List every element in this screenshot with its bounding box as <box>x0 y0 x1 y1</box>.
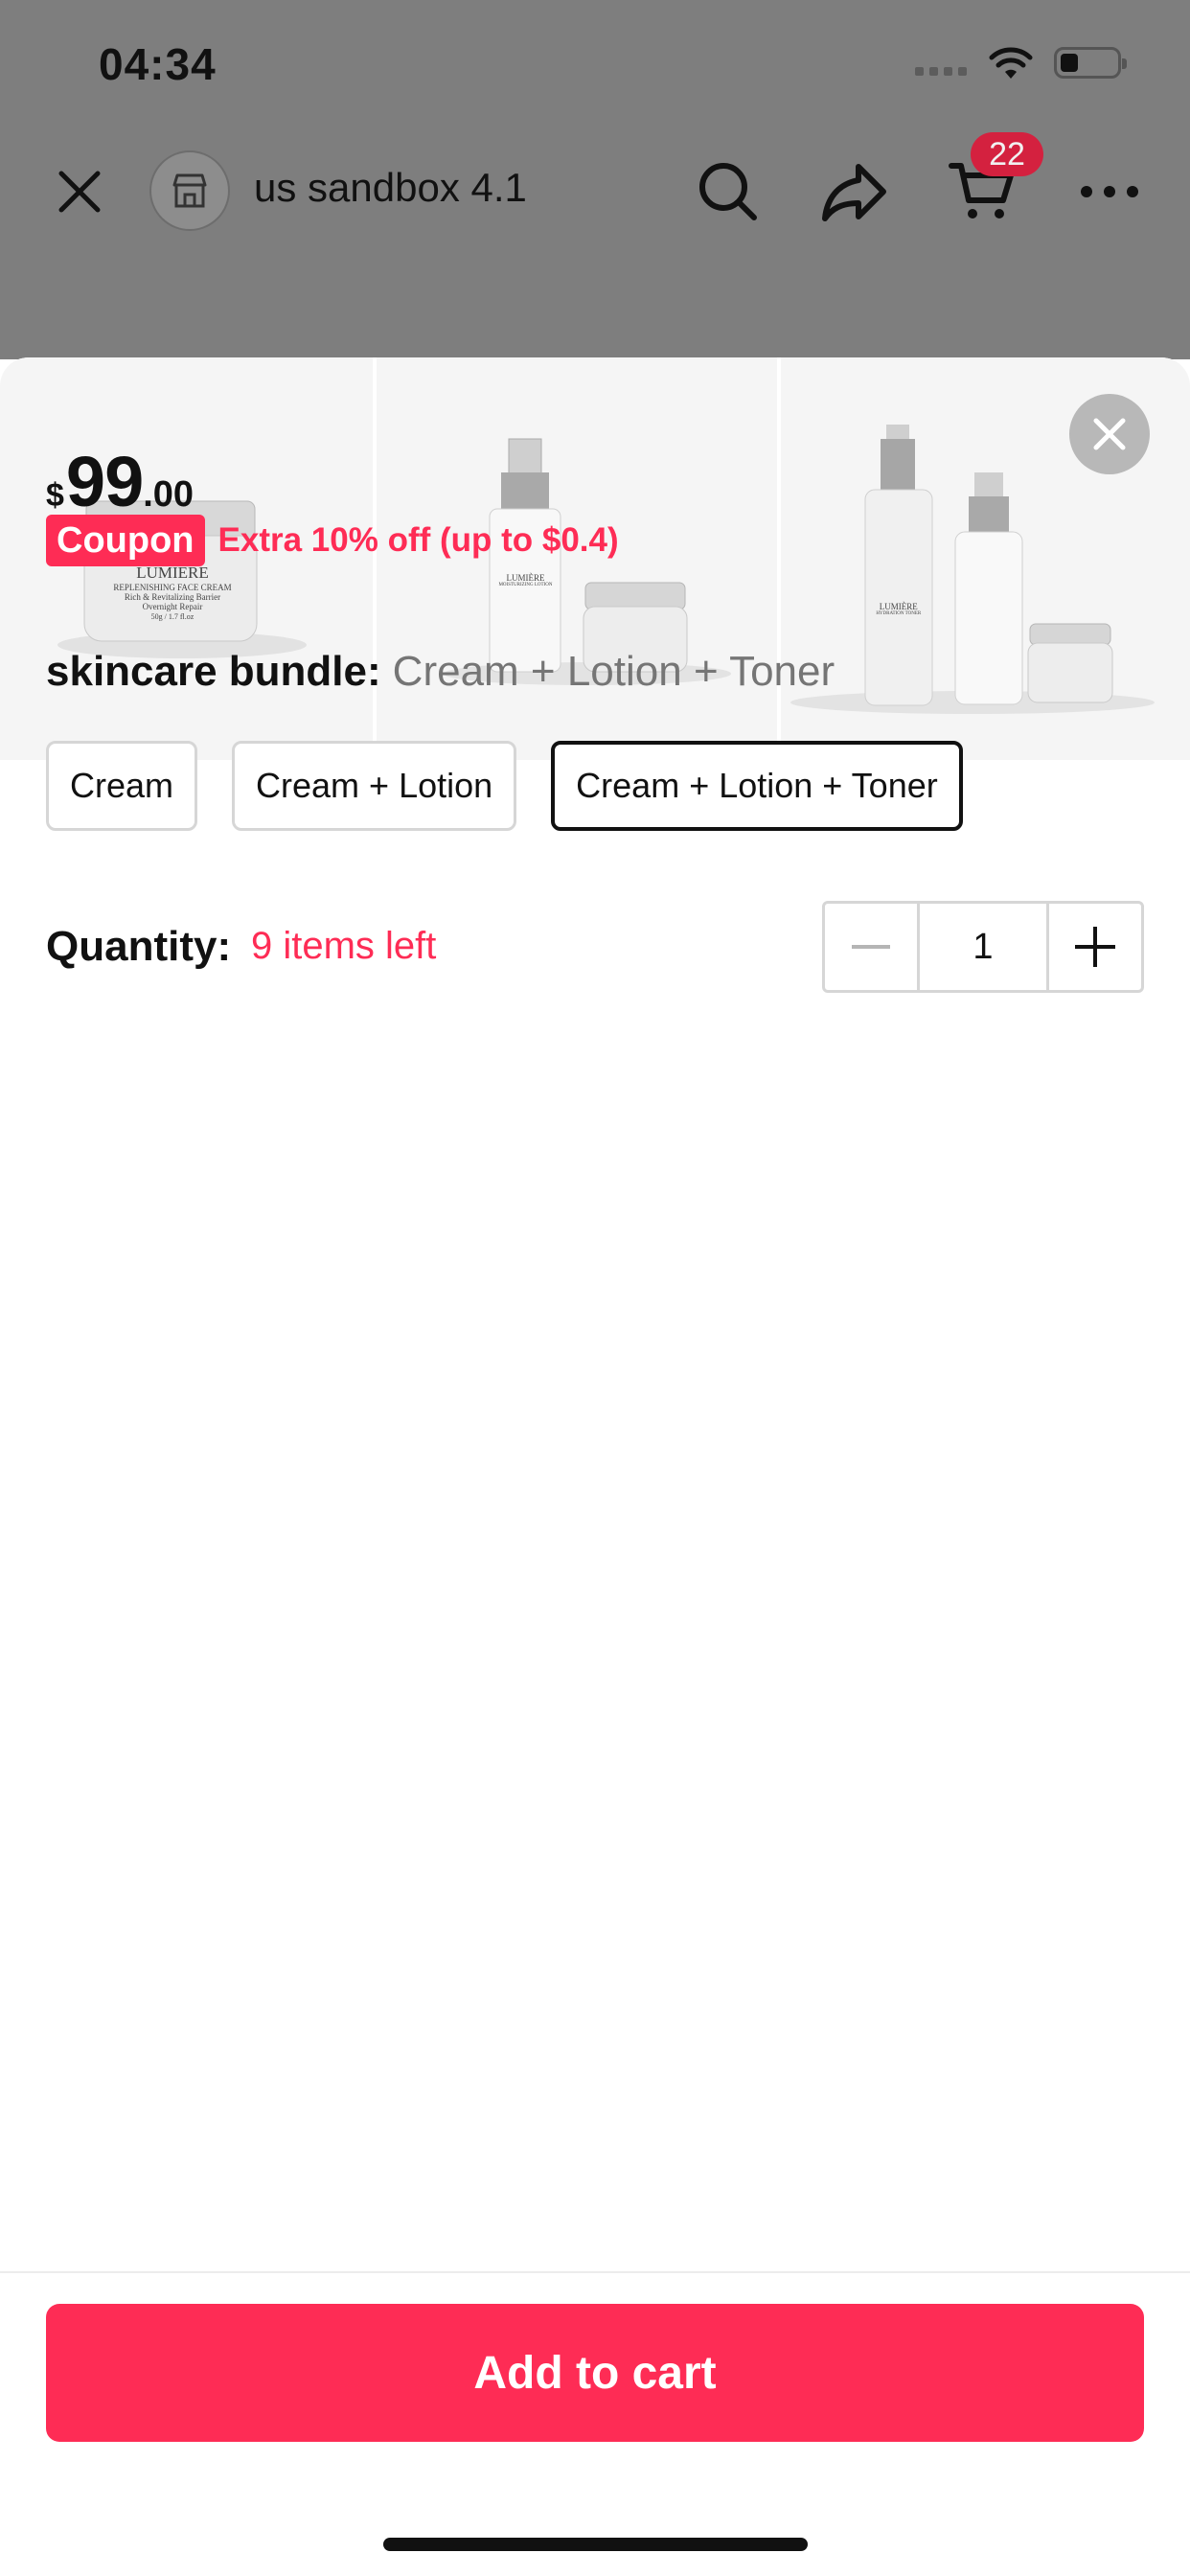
image-label: LUMIÈRE REPLENISHING FACE CREAM Rich & R… <box>113 564 232 621</box>
coupon-tag: Coupon <box>46 515 205 566</box>
image-label: LUMIÈRE HYDRATION TONER <box>876 602 922 617</box>
variant-option-cream[interactable]: Cream <box>46 741 198 831</box>
stock-status: 9 items left <box>251 925 437 967</box>
signal-icon <box>915 67 967 76</box>
footer-divider <box>0 2271 1190 2273</box>
variant-name: skincare bundle: <box>46 648 381 695</box>
price-integer: 99 <box>65 442 144 521</box>
store-icon <box>172 173 207 208</box>
coupon-text: Extra 10% off (up to $0.4) <box>217 521 619 559</box>
close-icon[interactable] <box>46 163 113 220</box>
search-icon[interactable] <box>690 153 767 230</box>
plus-icon <box>1075 927 1115 967</box>
wifi-icon <box>989 47 1033 79</box>
price-currency: $ <box>46 477 64 514</box>
shop-name[interactable]: us sandbox 4.1 <box>254 165 527 211</box>
more-icon[interactable] <box>1071 163 1148 220</box>
variant-option-cream-lotion[interactable]: Cream + Lotion <box>232 741 517 831</box>
variant-label: skincare bundle: Cream + Lotion + Toner <box>46 648 835 696</box>
add-to-cart-button[interactable]: Add to cart <box>46 2304 1144 2442</box>
product-price: $ 99 .00 <box>46 441 194 522</box>
variant-option-cream-lotion-toner[interactable]: Cream + Lotion + Toner <box>551 741 963 831</box>
coupon-row[interactable]: Coupon Extra 10% off (up to $0.4) <box>46 515 619 566</box>
decrease-quantity-button[interactable] <box>825 904 920 990</box>
variant-options: Cream Cream + Lotion Cream + Lotion + To… <box>46 741 963 831</box>
battery-icon <box>1054 47 1127 79</box>
minus-icon <box>852 945 890 949</box>
close-icon <box>1093 418 1126 450</box>
cart-count-badge: 22 <box>971 132 1043 176</box>
variant-selected-value: Cream + Lotion + Toner <box>392 648 835 695</box>
quantity-stepper: 1 <box>822 901 1144 993</box>
quantity-value[interactable]: 1 <box>920 904 1046 990</box>
price-decimal: .00 <box>143 474 195 515</box>
image-label: LUMIÈRE MOISTURIZING LOTION <box>498 573 553 588</box>
share-icon[interactable] <box>816 153 893 230</box>
increase-quantity-button[interactable] <box>1046 904 1141 990</box>
shop-avatar[interactable] <box>149 150 230 231</box>
status-bar: 04:34 <box>0 0 1190 125</box>
quantity-label: Quantity: <box>46 923 232 970</box>
close-sheet-button[interactable] <box>1069 394 1150 474</box>
home-indicator[interactable] <box>383 2538 808 2551</box>
status-time: 04:34 <box>99 39 217 89</box>
